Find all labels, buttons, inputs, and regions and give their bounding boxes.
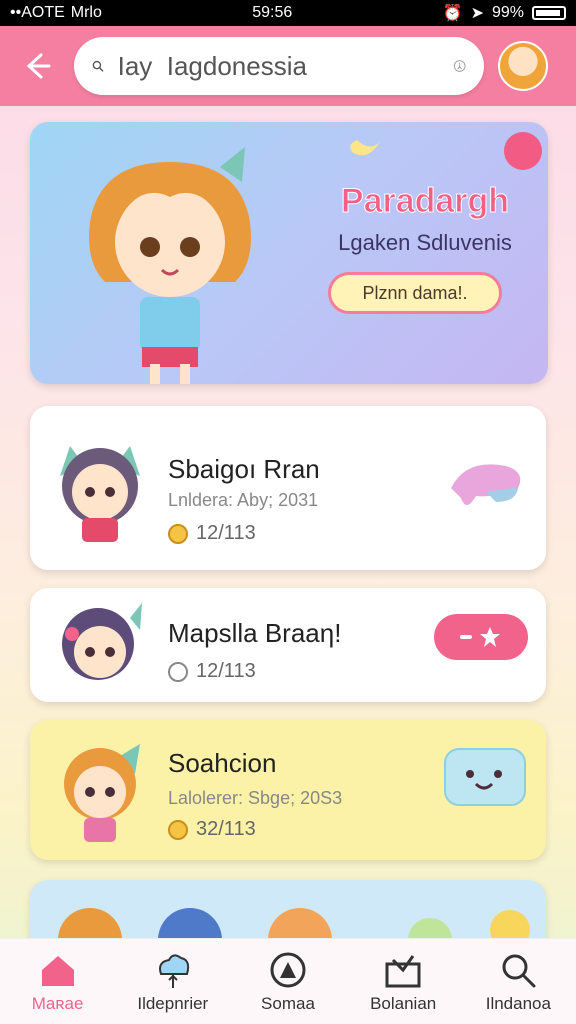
battery-percent: 99%: [491, 4, 524, 21]
nav-label: Bolanian: [370, 993, 437, 1013]
back-arrow-icon: [26, 53, 51, 79]
banner-title: Paradargh: [340, 182, 510, 221]
card-count-value: 32/113: [196, 818, 256, 840]
back-button[interactable]: [14, 44, 58, 88]
nav-item-inbox[interactable]: Bolanian: [348, 950, 458, 1014]
character-avatar: [62, 603, 142, 680]
nav-label: Ildepnrier: [137, 993, 209, 1013]
coin-icon: [168, 523, 188, 544]
nav-item-search[interactable]: Ilndanoa: [463, 950, 573, 1014]
bottom-navigation: Maʀae Ildepnrier Somaa Bolanian Ilndanoa: [0, 938, 576, 1024]
voice-search-icon[interactable]: [453, 51, 466, 81]
search-icon: [502, 954, 536, 987]
moon-icon: [350, 140, 380, 156]
banner-subtitle: Lgaken Sdluvenis: [338, 230, 512, 255]
nav-item-explore[interactable]: Somaa: [233, 950, 343, 1014]
status-app-label: Mrlo: [70, 4, 102, 21]
star-icon: [480, 627, 500, 647]
compass-icon: [270, 952, 306, 987]
profile-avatar[interactable]: [498, 41, 548, 91]
search-bar[interactable]: [74, 37, 484, 95]
app-header: [0, 26, 576, 106]
status-bar: ••AOTE Mrlo 59:56 ⏰ ➤ 99%: [0, 0, 576, 26]
carrier-label: ••AOTE: [10, 4, 65, 21]
nav-label: Ilndanoa: [485, 993, 551, 1013]
card-meta: Lnldera: Aby; 2031: [168, 490, 319, 510]
banner-cta-button[interactable]: Plznn dama!.: [328, 272, 502, 314]
nav-label: Somaa: [261, 993, 315, 1013]
pillow-mascot-icon: [444, 748, 526, 806]
list-item[interactable]: Mapslla Braaη! 12/113: [30, 588, 546, 702]
home-icon: [41, 955, 74, 986]
inbox-icon: [385, 954, 421, 987]
card-count: 12/113: [168, 660, 256, 683]
favorite-button[interactable]: [434, 614, 528, 660]
list-item[interactable]: Sbaigoı Rran Lnldera: Aby; 2031 12/113: [30, 406, 546, 570]
card-meta: Lalolerer: Sbge; 20S3: [168, 788, 343, 808]
list-item[interactable]: Soahcion Lalolerer: Sbge; 20S3 32/113: [30, 720, 546, 860]
card-count: 32/113: [168, 818, 256, 841]
alarm-icon: ⏰: [442, 5, 463, 22]
featured-banner[interactable]: Paradargh Lgaken Sdluvenis Plznn dama!.: [30, 122, 548, 384]
location-icon: ➤: [470, 5, 484, 22]
nav-label: Maʀae: [31, 993, 84, 1013]
banner-character-illustration: [89, 147, 251, 384]
nav-item-home[interactable]: Maʀae: [3, 950, 113, 1014]
clock: 59:56: [252, 4, 293, 21]
badge-icon: [504, 132, 542, 170]
nav-item-discover[interactable]: Ildepnrier: [118, 950, 228, 1014]
slime-decoration-icon: [451, 464, 521, 506]
dash-icon: [460, 635, 472, 639]
coin-icon: [168, 819, 188, 840]
card-count-value: 12/113: [196, 660, 256, 682]
card-count-value: 12/113: [196, 522, 256, 544]
card-title: Mapslla Braaη!: [168, 618, 342, 648]
character-avatar: [64, 744, 140, 842]
card-title: Soahcion: [168, 748, 277, 778]
battery-icon: [532, 6, 566, 20]
cloud-icon: [158, 953, 189, 988]
card-count: 12/113: [168, 522, 256, 545]
coin-icon: [168, 661, 188, 682]
search-icon: [92, 60, 104, 72]
card-title: Sbaigoı Rran: [168, 454, 320, 484]
search-input[interactable]: [117, 50, 453, 82]
character-avatar: [60, 446, 140, 542]
